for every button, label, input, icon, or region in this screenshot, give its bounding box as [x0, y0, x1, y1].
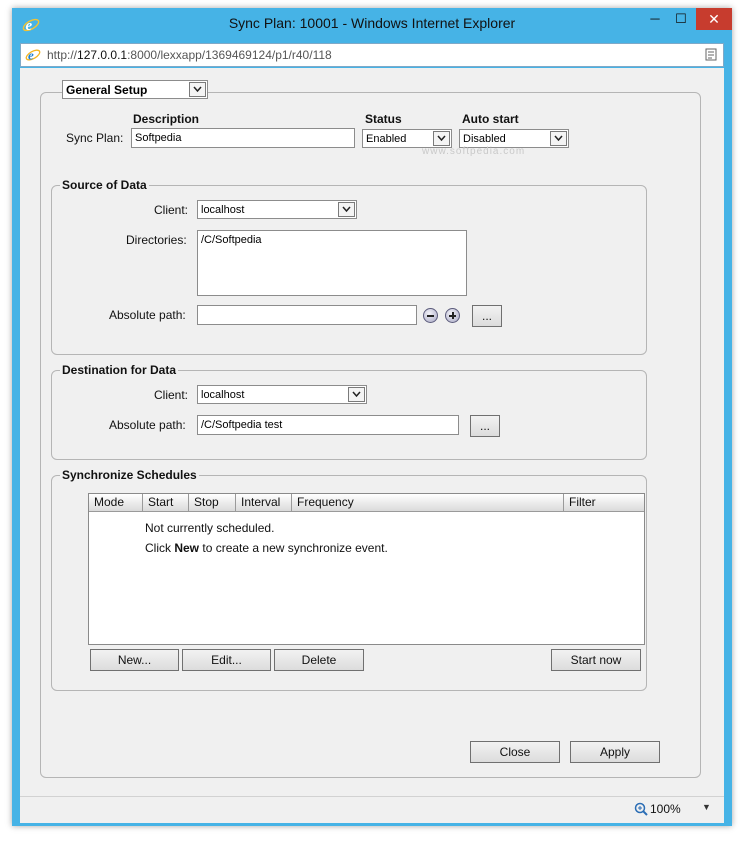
autostart-header: Auto start	[462, 112, 519, 126]
empty-hint-suffix: to create a new synchronize event.	[199, 541, 388, 555]
empty-message: Not currently scheduled.	[145, 521, 275, 535]
destination-browse-button[interactable]: ...	[470, 415, 500, 437]
destination-client-select[interactable]: localhost	[197, 385, 367, 404]
internet-explorer-icon: e	[25, 48, 41, 63]
zoom-icon	[634, 802, 648, 816]
add-directory-icon[interactable]	[445, 308, 460, 323]
status-header: Status	[365, 112, 402, 126]
destination-client-value: localhost	[201, 389, 245, 401]
empty-hint-new: New	[174, 541, 200, 555]
title-bar: e Sync Plan: 10001 - Windows Internet Ex…	[12, 8, 732, 40]
source-client-select[interactable]: localhost	[197, 200, 357, 219]
schedules-table[interactable]: Mode Start Stop Interval Frequency Filte…	[88, 493, 645, 645]
source-legend: Source of Data	[60, 178, 149, 192]
directories-label: Directories:	[126, 233, 187, 247]
description-header: Description	[133, 112, 200, 126]
destination-abs-path-label: Absolute path:	[109, 418, 186, 432]
close-button[interactable]: Close	[470, 741, 560, 763]
status-select-value: Enabled	[366, 133, 407, 145]
page-icon	[705, 48, 717, 61]
start-now-button[interactable]: Start now	[551, 649, 641, 671]
new-schedule-button[interactable]: New...	[90, 649, 179, 671]
source-abs-path-field[interactable]	[197, 305, 417, 325]
destination-legend: Destination for Data	[60, 363, 179, 377]
autostart-select-value: Disabled	[463, 133, 506, 145]
source-client-label: Client:	[154, 203, 189, 217]
description-field[interactable]: Softpedia	[131, 128, 355, 148]
page-select[interactable]: General Setup	[62, 80, 208, 99]
schedules-table-header: Mode Start Stop Interval Frequency Filte…	[89, 494, 644, 512]
sync-plan-label: Sync Plan:	[66, 131, 124, 145]
status-bar: 100% ▼	[20, 796, 724, 823]
minimize-button[interactable]: ─	[642, 8, 668, 30]
chevron-down-icon	[550, 131, 567, 146]
url-path: :8000/lexxapp/1369469124/p1/r40/118	[127, 48, 332, 62]
source-browse-button[interactable]: ...	[472, 305, 502, 327]
remove-directory-icon[interactable]	[423, 308, 438, 323]
column-header[interactable]: Start	[143, 494, 189, 511]
chevron-down-icon	[189, 82, 206, 97]
page-select-value: General Setup	[66, 83, 148, 97]
destination-abs-path-field[interactable]: /C/Softpedia test	[197, 415, 459, 435]
address-url[interactable]: http://127.0.0.1:8000/lexxapp/1369469124…	[47, 44, 332, 66]
maximize-button[interactable]: ☐	[668, 8, 694, 30]
browser-window: e Sync Plan: 10001 - Windows Internet Ex…	[12, 8, 732, 826]
apply-button[interactable]: Apply	[570, 741, 660, 763]
column-header[interactable]: Filter	[564, 494, 644, 511]
source-client-value: localhost	[201, 204, 245, 216]
destination-client-label: Client:	[154, 388, 189, 402]
column-header[interactable]: Frequency	[292, 494, 564, 511]
empty-hint-prefix: Click	[145, 541, 175, 555]
url-host: 127.0.0.1	[77, 48, 128, 62]
source-abs-path-label: Absolute path:	[109, 308, 186, 322]
url-prefix: http://	[47, 48, 78, 62]
delete-schedule-button[interactable]: Delete	[274, 649, 364, 671]
column-header[interactable]: Interval	[236, 494, 292, 511]
watermark: www.softpedia.com	[422, 146, 526, 157]
column-header[interactable]: Stop	[189, 494, 236, 511]
directories-textarea[interactable]: /C/Softpedia	[197, 230, 467, 296]
zoom-dropdown-icon[interactable]: ▼	[702, 802, 711, 812]
svg-text:e: e	[28, 48, 34, 63]
schedules-legend: Synchronize Schedules	[60, 468, 199, 482]
page-content: General Setup Description Status Auto st…	[20, 68, 724, 796]
chevron-down-icon	[348, 387, 365, 402]
close-window-button[interactable]: ✕	[696, 8, 732, 30]
empty-hint: Click New to create a new synchronize ev…	[145, 541, 388, 555]
zoom-level[interactable]: 100%	[650, 802, 681, 816]
address-bar[interactable]: e http://127.0.0.1:8000/lexxapp/13694691…	[20, 43, 724, 67]
window-title: Sync Plan: 10001 - Windows Internet Expl…	[228, 15, 516, 31]
edit-schedule-button[interactable]: Edit...	[182, 649, 271, 671]
chevron-down-icon	[338, 202, 355, 217]
chevron-down-icon	[433, 131, 450, 146]
column-header[interactable]: Mode	[89, 494, 143, 511]
